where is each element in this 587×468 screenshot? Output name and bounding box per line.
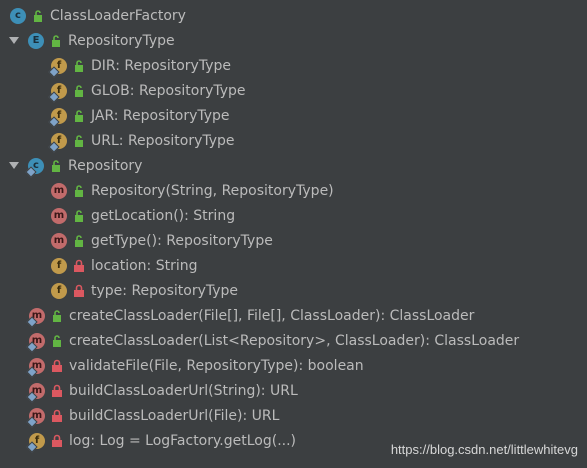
tree-node-method-create-class-loader-list[interactable]: m createClassLoader(List<Repository>, Cl… xyxy=(0,328,587,353)
tree-node-method-build-class-loader-url-string[interactable]: m buildClassLoaderUrl(String): URL xyxy=(0,378,587,403)
tree-node-repository[interactable]: c Repository xyxy=(0,153,587,178)
tree-node-field-location[interactable]: f location: String xyxy=(0,253,587,278)
tree-node-label: buildClassLoaderUrl(File): URL xyxy=(69,407,280,424)
public-lock-icon xyxy=(73,133,85,149)
field-icon: f xyxy=(51,282,67,299)
tree-node-field-dir[interactable]: f DIR: RepositoryType xyxy=(0,53,587,78)
field-icon: f xyxy=(48,82,67,103)
method-icon: m xyxy=(51,182,67,199)
field-icon: f xyxy=(26,432,45,453)
tree-node-repository-type[interactable]: E RepositoryType xyxy=(0,28,587,53)
private-lock-icon xyxy=(51,358,63,374)
private-lock-icon xyxy=(51,433,63,449)
method-icon: m xyxy=(26,382,45,403)
tree-node-label: GLOB: RepositoryType xyxy=(91,82,246,99)
tree-node-label: createClassLoader(File[], File[], ClassL… xyxy=(69,307,475,324)
method-icon: m xyxy=(26,357,45,378)
tree-node-method-repository-constructor[interactable]: m Repository(String, RepositoryType) xyxy=(0,178,587,203)
tree-node-label: ClassLoaderFactory xyxy=(50,7,186,24)
public-lock-icon xyxy=(73,208,85,224)
tree-node-label: JAR: RepositoryType xyxy=(91,107,230,124)
private-lock-icon xyxy=(73,283,85,299)
tree-node-field-jar[interactable]: f JAR: RepositoryType xyxy=(0,103,587,128)
tree-node-method-get-location[interactable]: m getLocation(): String xyxy=(0,203,587,228)
public-lock-icon xyxy=(50,33,62,49)
method-icon: m xyxy=(26,407,45,428)
public-lock-icon xyxy=(73,108,85,124)
tree-node-field-type[interactable]: f type: RepositoryType xyxy=(0,278,587,303)
tree-node-method-get-type[interactable]: m getType(): RepositoryType xyxy=(0,228,587,253)
structure-tree: c ClassLoaderFactory E RepositoryType f … xyxy=(0,3,587,453)
watermark-url: https://blog.csdn.net/littlewhitevg xyxy=(390,442,578,457)
class-icon: c xyxy=(10,7,26,24)
public-lock-icon xyxy=(73,233,85,249)
method-icon: m xyxy=(26,332,45,353)
tree-node-label: getLocation(): String xyxy=(91,207,236,224)
tree-node-label: RepositoryType xyxy=(68,32,175,49)
class-icon: c xyxy=(25,157,44,178)
private-lock-icon xyxy=(51,408,63,424)
public-lock-icon xyxy=(73,58,85,74)
tree-node-label: log: Log = LogFactory.getLog(...) xyxy=(69,432,297,449)
field-icon: f xyxy=(48,132,67,153)
public-lock-icon xyxy=(50,158,62,174)
method-icon: m xyxy=(26,307,45,328)
public-lock-icon xyxy=(73,83,85,99)
tree-node-field-glob[interactable]: f GLOB: RepositoryType xyxy=(0,78,587,103)
tree-node-label: location: String xyxy=(91,257,198,274)
tree-node-label: getType(): RepositoryType xyxy=(91,232,273,249)
method-icon: m xyxy=(51,207,67,224)
tree-node-class-loader-factory[interactable]: c ClassLoaderFactory xyxy=(0,3,587,28)
tree-node-label: buildClassLoaderUrl(String): URL xyxy=(69,382,298,399)
tree-node-label: URL: RepositoryType xyxy=(91,132,235,149)
field-icon: f xyxy=(48,57,67,78)
method-icon: m xyxy=(51,232,67,249)
field-icon: f xyxy=(51,257,67,274)
public-lock-icon xyxy=(73,183,85,199)
tree-node-method-create-class-loader-files[interactable]: m createClassLoader(File[], File[], Clas… xyxy=(0,303,587,328)
tree-node-label: createClassLoader(List<Repository>, Clas… xyxy=(69,332,520,349)
enum-icon: E xyxy=(28,32,44,49)
chevron-down-icon[interactable] xyxy=(6,158,22,174)
public-lock-icon xyxy=(51,308,63,324)
tree-node-label: Repository xyxy=(68,157,143,174)
tree-node-label: DIR: RepositoryType xyxy=(91,57,231,74)
tree-node-method-validate-file[interactable]: m validateFile(File, RepositoryType): bo… xyxy=(0,353,587,378)
tree-node-method-build-class-loader-url-file[interactable]: m buildClassLoaderUrl(File): URL xyxy=(0,403,587,428)
tree-node-label: type: RepositoryType xyxy=(91,282,239,299)
field-icon: f xyxy=(48,107,67,128)
public-lock-icon xyxy=(32,8,44,24)
tree-node-label: validateFile(File, RepositoryType): bool… xyxy=(69,357,364,374)
tree-node-label: Repository(String, RepositoryType) xyxy=(91,182,334,199)
private-lock-icon xyxy=(51,383,63,399)
chevron-down-icon[interactable] xyxy=(6,33,22,49)
tree-node-field-url[interactable]: f URL: RepositoryType xyxy=(0,128,587,153)
public-lock-icon xyxy=(51,333,63,349)
private-lock-icon xyxy=(73,258,85,274)
